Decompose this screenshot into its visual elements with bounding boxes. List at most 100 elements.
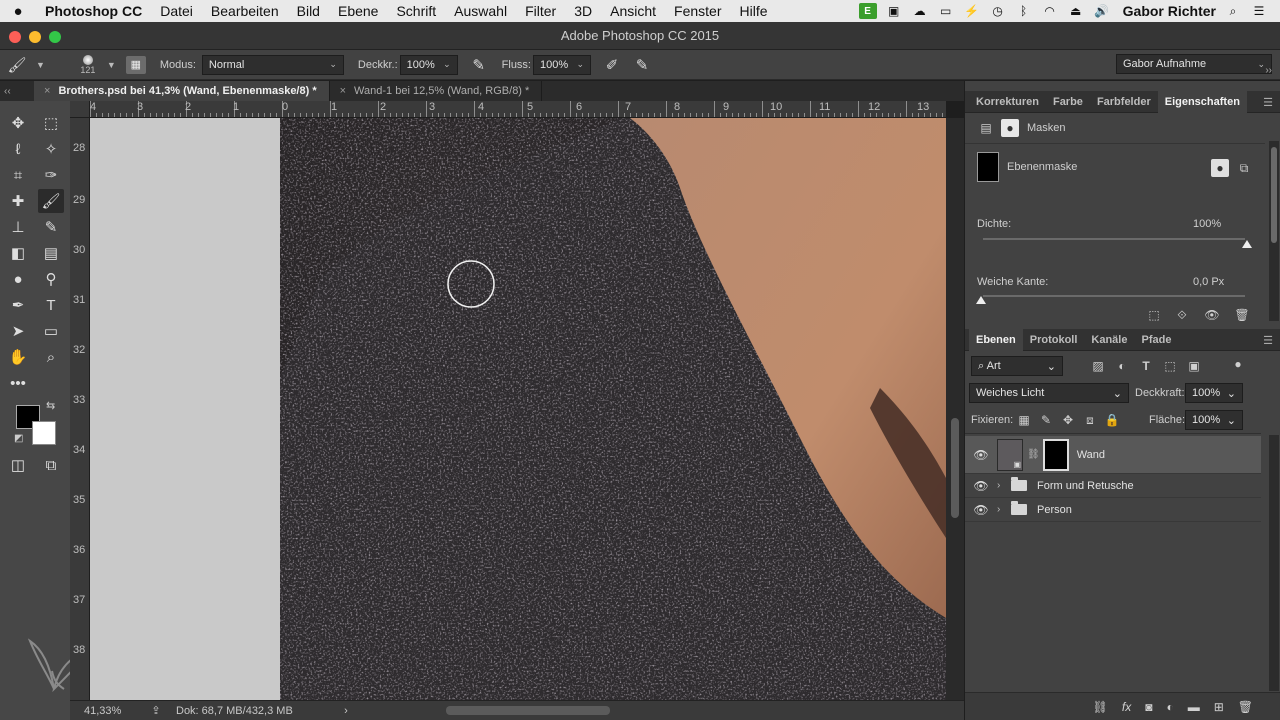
opacity-field[interactable]: 100% ⌄ xyxy=(399,54,458,75)
menu-auswahl[interactable]: Auswahl xyxy=(445,3,516,19)
new-adjustment-layer-icon[interactable]: ◐ xyxy=(1166,700,1173,714)
add-pixel-mask-icon[interactable]: ● xyxy=(1211,159,1229,177)
brush-panel-toggle-icon[interactable]: ▦ xyxy=(125,55,146,74)
document-tab-wand[interactable]: × Wand-1 bei 12,5% (Wand, RGB/8) * xyxy=(330,81,543,101)
clone-stamp-icon[interactable]: ⊥ xyxy=(5,215,31,239)
layer-style-fx-icon[interactable]: fx xyxy=(1122,700,1131,714)
background-color-swatch[interactable] xyxy=(32,421,56,445)
screen-mode-icon[interactable]: ⧉ xyxy=(38,453,64,477)
brush-preset-picker[interactable]: 121 xyxy=(71,54,105,75)
filter-type-icon[interactable]: T xyxy=(1137,357,1155,375)
collapse-toolbox-icon[interactable]: ‹‹ xyxy=(0,86,34,97)
tab-eigenschaften[interactable]: Eigenschaften xyxy=(1157,90,1247,113)
vertical-scrollbar[interactable] xyxy=(946,118,964,700)
ruler-origin[interactable] xyxy=(70,101,90,118)
spotlight-search-icon[interactable]: ⌕ xyxy=(1224,3,1242,19)
display-icon[interactable]: ▭ xyxy=(937,3,955,19)
density-slider[interactable] xyxy=(983,238,1245,240)
feather-value[interactable]: 0,0 Px xyxy=(1193,276,1224,288)
new-group-icon[interactable]: ▬ xyxy=(1188,700,1200,714)
visibility-eye-icon[interactable]: 👁 xyxy=(965,448,997,462)
link-chain-icon[interactable]: ⛓ xyxy=(1027,449,1040,460)
layer-name[interactable]: Wand xyxy=(1077,449,1105,461)
close-icon[interactable]: × xyxy=(340,85,346,97)
airbrush-icon[interactable]: ✐ xyxy=(603,56,621,74)
zoom-tool-icon[interactable]: ⌕ xyxy=(38,345,64,369)
visibility-eye-icon[interactable]: 👁 xyxy=(965,479,997,493)
close-icon[interactable]: × xyxy=(44,85,50,97)
mode-select[interactable]: Normal ⌄ xyxy=(201,54,344,75)
path-selection-icon[interactable]: ➤ xyxy=(5,319,31,343)
swap-colors-icon[interactable]: ⇆ xyxy=(46,399,55,412)
chevron-right-icon[interactable]: › xyxy=(997,480,1011,491)
user-name[interactable]: Gabor Richter xyxy=(1123,3,1216,19)
chevron-down-icon[interactable]: ▼ xyxy=(36,60,45,70)
tab-korrekturen[interactable]: Korrekturen xyxy=(969,91,1046,113)
menu-3d[interactable]: 3D xyxy=(565,3,601,19)
filter-smart-object-icon[interactable]: ▣ xyxy=(1185,357,1203,375)
pen-tool-icon[interactable]: ✒ xyxy=(5,293,31,317)
add-vector-mask-icon[interactable]: ⧉ xyxy=(1235,159,1253,177)
density-value[interactable]: 100% xyxy=(1193,218,1221,230)
delete-mask-icon[interactable]: 🗑 xyxy=(1233,306,1251,324)
menu-bild[interactable]: Bild xyxy=(288,3,329,19)
visibility-eye-icon[interactable]: 👁 xyxy=(965,503,997,517)
layer-row-form-und-retusche[interactable]: 👁 › Form und Retusche xyxy=(965,474,1261,498)
more-tools-icon[interactable]: ••• xyxy=(5,371,31,395)
move-tool-icon[interactable]: ✥ xyxy=(5,111,31,135)
tab-farbe[interactable]: Farbe xyxy=(1046,91,1090,113)
rectangular-marquee-icon[interactable]: ⬚ xyxy=(38,111,64,135)
zoom-window-button[interactable] xyxy=(49,31,61,43)
eject-icon[interactable]: ⏏ xyxy=(1067,3,1085,19)
default-colors-icon[interactable]: ◩ xyxy=(14,433,23,444)
lock-all-icon[interactable]: 🔒 xyxy=(1103,411,1121,429)
filter-pixel-icon[interactable]: ▨ xyxy=(1089,357,1107,375)
layer-mask-thumbnail[interactable] xyxy=(1042,438,1069,471)
eyedropper-icon[interactable]: ✑ xyxy=(38,163,64,187)
healing-brush-icon[interactable]: ✚ xyxy=(5,189,31,213)
brush-tool-icon[interactable]: 🖌 xyxy=(38,189,64,213)
layers-scrollbar[interactable] xyxy=(1269,435,1279,691)
evernote-icon[interactable]: E xyxy=(858,3,877,19)
collapse-panels-icon[interactable]: ›› xyxy=(1265,65,1272,76)
share-icon[interactable]: ⇪ xyxy=(136,704,176,717)
minimize-window-button[interactable] xyxy=(29,31,41,43)
battery-icon[interactable]: ⚡ xyxy=(963,3,981,19)
panel-menu-icon[interactable]: ☰ xyxy=(1263,334,1273,347)
tab-pfade[interactable]: Pfade xyxy=(1134,329,1178,351)
menu-hilfe[interactable]: Hilfe xyxy=(731,3,777,19)
vertical-ruler[interactable]: 28 29 30 31 32 33 34 35 36 37 38 xyxy=(70,118,90,700)
layer-name[interactable]: Person xyxy=(1037,504,1072,516)
pressure-opacity-icon[interactable]: ✎ xyxy=(470,56,488,74)
document-tab-brothers[interactable]: × Brothers.psd bei 41,3% (Wand, Ebenenma… xyxy=(34,81,330,101)
bluetooth-icon[interactable]: ᛒ xyxy=(1015,3,1033,19)
type-tool-icon[interactable]: T xyxy=(38,293,64,317)
menu-bearbeiten[interactable]: Bearbeiten xyxy=(202,3,288,19)
volume-icon[interactable]: 🔊 xyxy=(1093,3,1111,19)
crop-tool-icon[interactable]: ⌗ xyxy=(5,163,31,187)
apple-icon[interactable]: ● xyxy=(0,3,36,20)
layer-filter-select[interactable]: ⌕ Art ⌄ xyxy=(971,356,1063,376)
menu-ansicht[interactable]: Ansicht xyxy=(601,3,665,19)
scrollbar-thumb[interactable] xyxy=(1271,147,1277,243)
tab-kanaele[interactable]: Kanäle xyxy=(1084,329,1134,351)
zoom-level[interactable]: 41,33% xyxy=(70,705,136,717)
tab-ebenen[interactable]: Ebenen xyxy=(969,328,1023,351)
layer-name[interactable]: Form und Retusche xyxy=(1037,480,1134,492)
lock-transparency-icon[interactable]: ▦ xyxy=(1015,411,1033,429)
load-selection-icon[interactable]: ⬚ xyxy=(1145,306,1163,324)
filter-adjustment-icon[interactable]: ◐ xyxy=(1113,357,1131,375)
layer-opacity-field[interactable]: 100% ⌄ xyxy=(1185,383,1243,403)
chevron-right-icon[interactable]: › xyxy=(997,504,1011,515)
horizontal-scrollbar-thumb[interactable] xyxy=(446,706,610,715)
blur-tool-icon[interactable]: ● xyxy=(5,267,31,291)
close-window-button[interactable] xyxy=(9,31,21,43)
workspace-select[interactable]: Gabor Aufnahme ⌄ xyxy=(1116,54,1272,74)
panel-menu-icon[interactable]: ☰ xyxy=(1263,96,1273,109)
dodge-tool-icon[interactable]: ⚲ xyxy=(38,267,64,291)
menu-filter[interactable]: Filter xyxy=(516,3,565,19)
pixel-mask-icon[interactable]: ▤ xyxy=(977,119,995,137)
toggle-mask-visibility-icon[interactable]: 👁 xyxy=(1203,306,1221,324)
feather-slider-handle[interactable] xyxy=(976,296,986,304)
cloud-icon[interactable]: ☁ xyxy=(911,3,929,19)
